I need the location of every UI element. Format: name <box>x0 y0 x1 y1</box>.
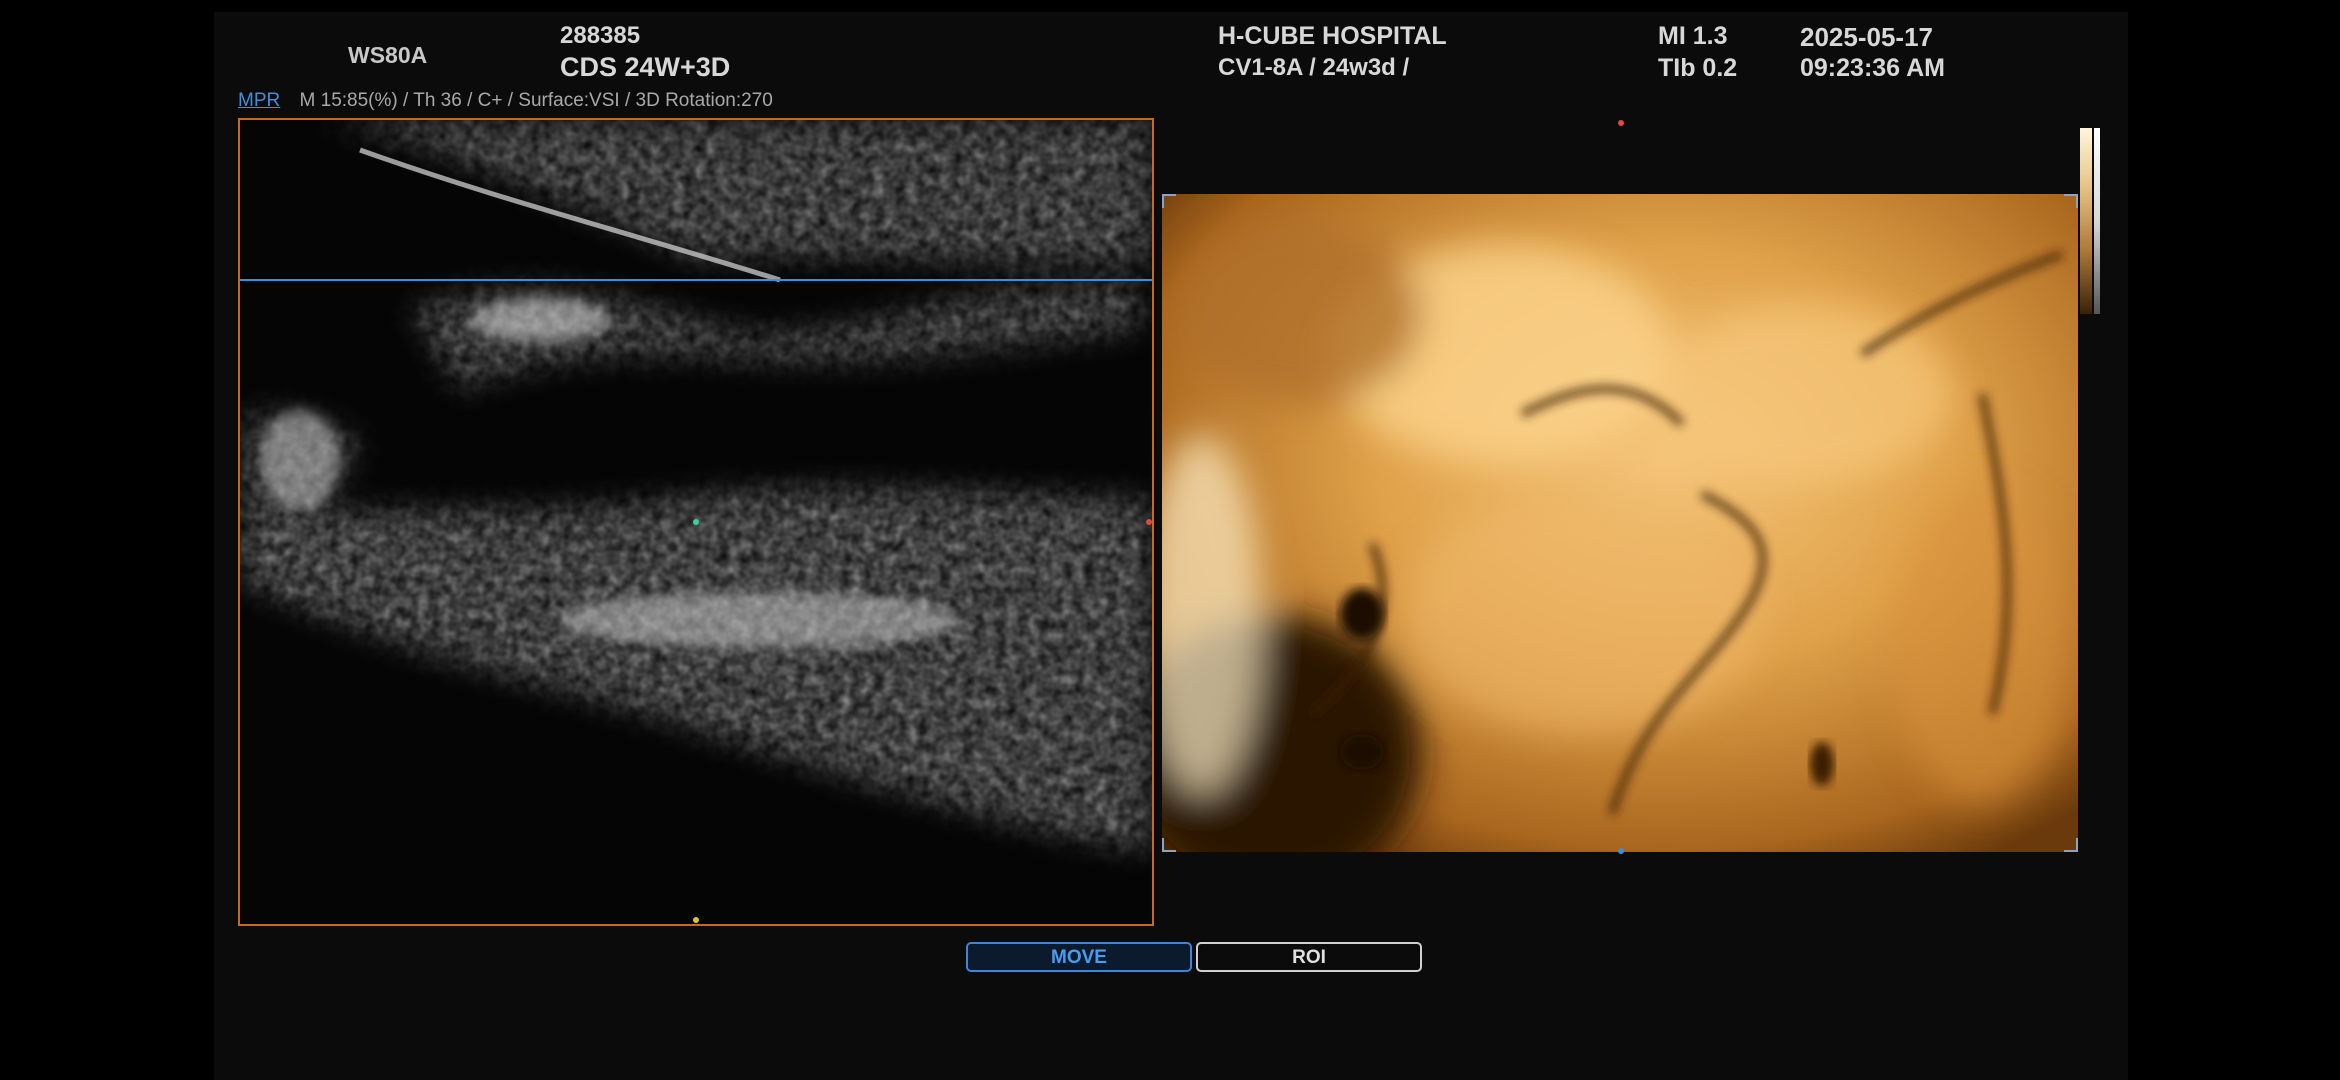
device-model: WS80A <box>348 42 428 68</box>
exam-time: 09:23:36 AM <box>1800 54 1945 82</box>
mechanical-index: MI 1.3 <box>1658 22 1728 50</box>
mpr-ultrasound-image <box>240 120 1152 924</box>
3d-surface-render-image <box>1162 194 2078 852</box>
render-color-bar <box>2080 128 2092 314</box>
roi-corner-bl <box>1162 838 1176 852</box>
move-button[interactable]: MOVE <box>966 942 1192 972</box>
patient-id: 288385 <box>560 22 641 49</box>
roi-corner-br <box>2064 838 2078 852</box>
render-params-text: M 15:85(%) / Th 36 / C+ / Surface:VSI / … <box>299 90 773 111</box>
render-parameters: MPR M 15:85(%) / Th 36 / C+ / Surface:VS… <box>238 90 773 112</box>
mpr-tab[interactable]: MPR <box>238 90 280 111</box>
roi-corner-tr <box>2064 194 2078 208</box>
roi-button[interactable]: ROI <box>1196 942 1422 972</box>
ultrasound-screen: WS80A 288385 CDS 24W+3D H-CUBE HOSPITAL … <box>214 12 2128 1080</box>
exam-name: CDS 24W+3D <box>560 52 731 82</box>
hospital-name: H-CUBE HOSPITAL <box>1218 22 1447 50</box>
render-bottom-marker <box>1618 848 1624 854</box>
render-top-marker <box>1618 120 1624 126</box>
roi-corner-tl <box>1162 194 1176 208</box>
mpr-view[interactable] <box>238 118 1154 926</box>
exam-date: 2025-05-17 <box>1800 22 1933 52</box>
thermal-index: TIb 0.2 <box>1658 54 1738 82</box>
gray-scale-bar <box>2094 128 2100 314</box>
probe-info: CV1-8A / 24w3d / <box>1218 54 1410 81</box>
3d-render-view[interactable] <box>1162 194 2078 852</box>
